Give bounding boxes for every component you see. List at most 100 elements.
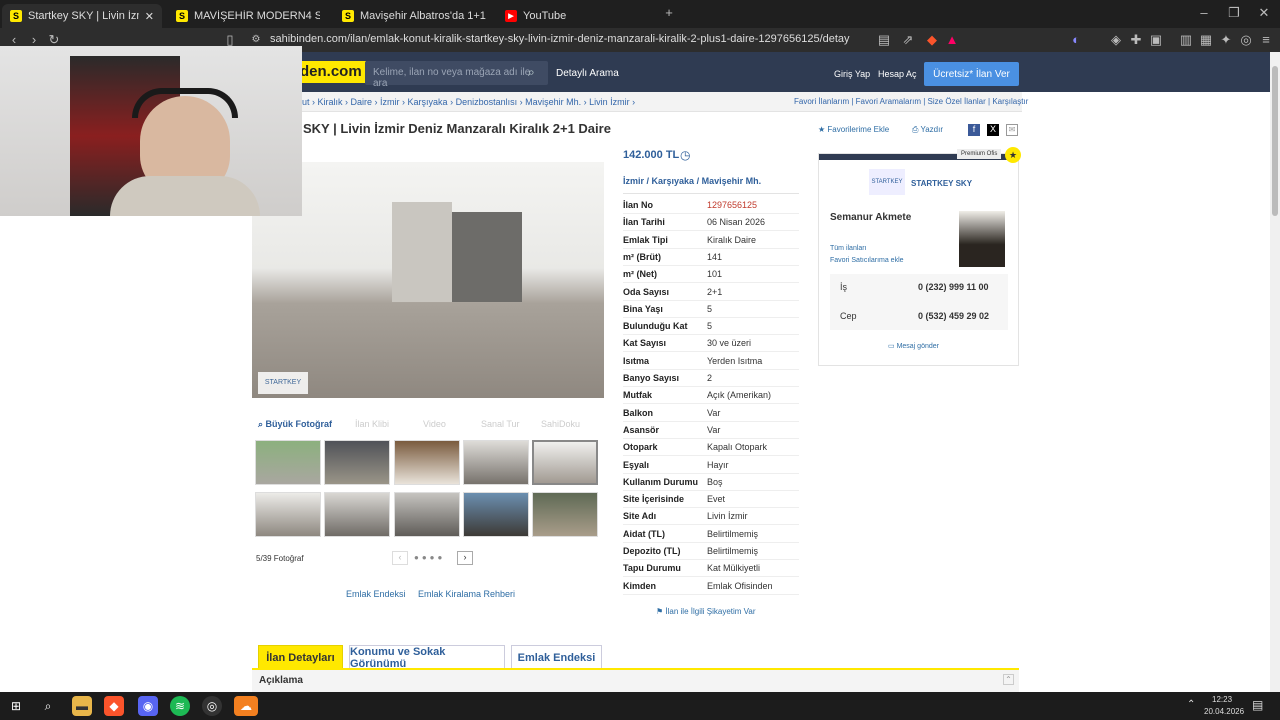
thumbnail-selected[interactable] <box>532 440 598 485</box>
browser-tab[interactable]: S MAVİŞEHİR MODERN4 SİTESİNDE 2+ <box>168 4 328 28</box>
close-window-icon[interactable]: ✕ <box>1256 5 1272 21</box>
location-city[interactable]: İzmir <box>623 176 644 186</box>
thumbnail[interactable] <box>324 440 390 485</box>
menu-icon[interactable]: ≡ <box>1258 32 1274 48</box>
screenshot-icon[interactable]: ▣ <box>1148 32 1164 48</box>
browser-tab-active[interactable]: S Startkey SKY | Livin İzmir Deniz M ✕ <box>2 4 162 28</box>
tab-emlak-endeksi[interactable]: Emlak Endeksi <box>511 645 602 669</box>
detailed-search-link[interactable]: Detaylı Arama <box>556 68 619 79</box>
browser-tab[interactable]: S Mavişehir Albatros'da 1+1 Deniz Ma <box>334 4 494 28</box>
attribute-key: Depozito (TL) <box>623 546 681 556</box>
special-ads-link[interactable]: Size Özel İlanlar <box>928 97 986 106</box>
cloudflare-icon[interactable]: ☁ <box>234 696 258 716</box>
search-icon[interactable]: ⌕ <box>38 696 58 716</box>
brave-rewards-icon[interactable]: ▲ <box>944 32 960 48</box>
favorite-ads-link[interactable]: Favori İlanlarım <box>794 97 849 106</box>
share-icon[interactable]: ⇗ <box>900 32 916 48</box>
x-icon[interactable]: X <box>987 124 999 136</box>
thumbnail[interactable] <box>255 440 321 485</box>
thumbnail[interactable] <box>463 492 529 537</box>
thumbnail[interactable] <box>324 492 390 537</box>
location-neighborhood[interactable]: Mavişehir Mh. <box>702 176 762 186</box>
office-name[interactable]: STARTKEY SKY <box>911 179 972 188</box>
rental-guide-link[interactable]: Emlak Kiralama Rehberi <box>418 589 515 599</box>
clock-date[interactable]: 20.04.2026 <box>1204 707 1244 716</box>
office-logo[interactable]: STARTKEY <box>869 169 905 195</box>
tray-chevron-icon[interactable]: ⌃ <box>1187 699 1195 710</box>
extension-icon[interactable]: ◈ <box>1108 32 1124 48</box>
search-icon[interactable]: ⌕ <box>528 65 535 80</box>
print-link[interactable]: ⎙ Yazdır <box>912 125 943 135</box>
tab-listing-details[interactable]: İlan Detayları <box>258 645 343 669</box>
mobile-phone[interactable]: 0 (532) 459 29 02 <box>918 311 989 321</box>
thumbnail[interactable] <box>255 492 321 537</box>
next-photos-button[interactable]: › <box>457 551 473 565</box>
breadcrumb-item[interactable]: Livin İzmir <box>589 97 630 107</box>
price-history-icon[interactable]: ◷ <box>680 148 690 162</box>
main-photo[interactable]: STARTKEY <box>252 162 604 398</box>
clip-tab[interactable]: İlan Klibi <box>355 419 389 429</box>
work-phone[interactable]: 0 (232) 999 11 00 <box>918 282 989 292</box>
browser-tab[interactable]: ▶ YouTube <box>497 4 657 28</box>
sidebar-icon[interactable]: ▥ <box>1178 32 1194 48</box>
brave-shield-icon[interactable]: ◆ <box>924 32 940 48</box>
favorite-link[interactable]: ★ Favorilerime Ekle <box>818 125 889 134</box>
message-link[interactable]: ▭ Mesaj gönder <box>888 342 939 350</box>
breadcrumb-item[interactable]: Mavişehir Mh. <box>525 97 581 107</box>
breadcrumb-item[interactable]: Karşıyaka <box>408 97 448 107</box>
collapse-icon[interactable]: ⌃ <box>1003 674 1014 685</box>
facebook-icon[interactable]: f <box>968 124 980 136</box>
breadcrumb-path: ut › Kiralık › Daire › İzmir › Karşıyaka… <box>302 97 636 107</box>
prev-photos-button[interactable]: ‹ <box>392 551 408 565</box>
all-ads-link[interactable]: Tüm ilanları <box>830 245 867 252</box>
reader-icon[interactable]: ▤ <box>876 32 892 48</box>
login-link[interactable]: Giriş Yap <box>834 69 870 79</box>
breadcrumb-item[interactable]: Daire <box>351 97 373 107</box>
thumbnail[interactable] <box>394 440 460 485</box>
extension-icon[interactable]: ◐ <box>1068 32 1084 48</box>
breadcrumb-item[interactable]: Kiralık <box>318 97 343 107</box>
virtual-tour-tab[interactable]: Sanal Tur <box>481 419 520 429</box>
scrollbar-thumb[interactable] <box>1272 66 1278 216</box>
close-icon[interactable]: ✕ <box>145 10 154 23</box>
wallet-icon[interactable]: ▦ <box>1198 32 1214 48</box>
maximize-icon[interactable]: ❐ <box>1226 5 1242 21</box>
url-field[interactable]: sahibinden.com/ilan/emlak-konut-kiralik-… <box>270 33 850 45</box>
big-photo-button[interactable]: ⌕ Büyük Fotoğraf <box>258 419 332 430</box>
sahidoku-tab[interactable]: SahiDoku <box>541 419 580 429</box>
favorite-searches-link[interactable]: Favori Aramalarım <box>856 97 921 106</box>
puzzle-icon[interactable]: ✚ <box>1128 32 1144 48</box>
file-explorer-icon[interactable]: ▬ <box>72 696 92 716</box>
thumbnail[interactable] <box>394 492 460 537</box>
email-icon[interactable]: ✉ <box>1006 124 1018 136</box>
new-tab-icon[interactable]: + <box>661 5 677 21</box>
favorite-seller-link[interactable]: Favori Satıcılarıma ekle <box>830 257 904 264</box>
breadcrumb-item[interactable]: İzmir <box>380 97 400 107</box>
discord-icon[interactable]: ◉ <box>138 696 158 716</box>
breadcrumb-item[interactable]: Denizbostanlısı <box>456 97 518 107</box>
complaint-link[interactable]: ⚑ İlan ile İlgili Şikayetim Var <box>656 607 756 616</box>
thumbnail[interactable] <box>532 492 598 537</box>
leo-icon[interactable]: ✦ <box>1218 32 1234 48</box>
emlak-endeksi-link[interactable]: Emlak Endeksi <box>346 589 406 599</box>
attribute-value: Livin İzmir <box>707 511 748 522</box>
search-input[interactable]: Kelime, ilan no veya mağaza adı ile ara <box>365 61 548 89</box>
brave-icon[interactable]: ◆ <box>104 696 124 716</box>
notification-icon[interactable]: ▤ <box>1252 698 1263 712</box>
thumbnail[interactable] <box>463 440 529 485</box>
video-tab[interactable]: Video <box>423 419 446 429</box>
start-icon[interactable]: ⊞ <box>6 696 26 716</box>
breadcrumb-item[interactable]: ut <box>302 97 310 107</box>
spotify-icon[interactable]: ≋ <box>170 696 190 716</box>
vpn-icon[interactable]: ◎ <box>1238 32 1254 48</box>
compare-link[interactable]: Karşılaştır <box>992 97 1028 106</box>
register-link[interactable]: Hesap Aç <box>878 69 917 79</box>
location-district[interactable]: Karşıyaka <box>652 176 695 186</box>
clock-time[interactable]: 12:23 <box>1212 695 1232 704</box>
minimize-icon[interactable]: – <box>1196 5 1212 21</box>
post-ad-button[interactable]: Ücretsiz* İlan Ver <box>924 62 1019 86</box>
page-scrollbar[interactable] <box>1270 52 1280 692</box>
obs-icon[interactable]: ◎ <box>202 696 222 716</box>
site-logo[interactable]: den.com <box>296 61 366 83</box>
tab-location[interactable]: Konumu ve Sokak Görünümü <box>349 645 505 670</box>
